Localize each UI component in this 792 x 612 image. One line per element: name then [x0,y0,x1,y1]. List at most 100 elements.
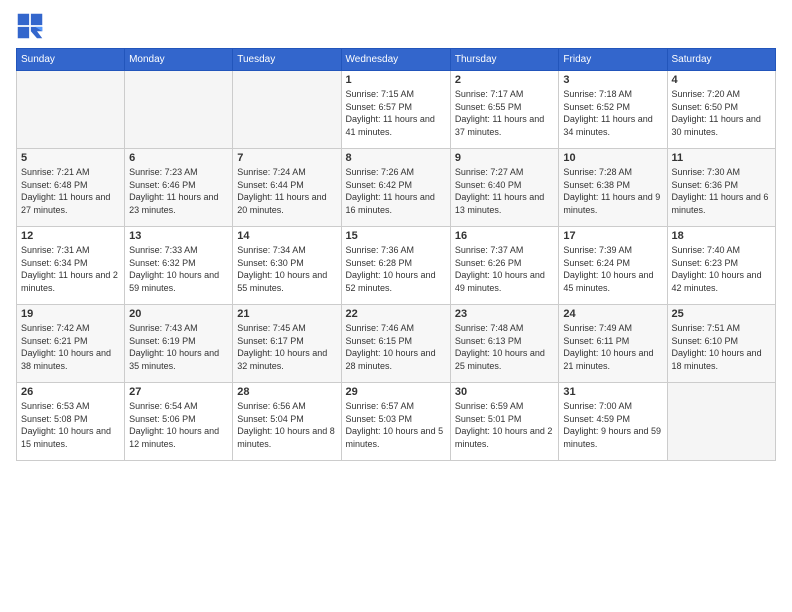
day-info: Sunrise: 7:28 AM Sunset: 6:38 PM Dayligh… [563,166,662,216]
calendar-cell: 14Sunrise: 7:34 AM Sunset: 6:30 PM Dayli… [233,227,341,305]
day-info: Sunrise: 7:42 AM Sunset: 6:21 PM Dayligh… [21,322,120,372]
day-number: 11 [672,152,771,164]
calendar-week-4: 19 Sunrise: 7:42 AM Sunset: 6:21 PM Dayli… [17,305,776,383]
calendar-cell: 18Sunrise: 7:40 AM Sunset: 6:23 PM Dayli… [667,227,775,305]
day-info: Sunrise: 7:24 AM Sunset: 6:44 PM Dayligh… [237,166,336,216]
day-info: Sunrise: 7:15 AM Sunset: 6:57 PM Dayligh… [346,88,446,138]
logo [16,12,48,40]
day-info: Sunrise: 7:36 AM Sunset: 6:28 PM Dayligh… [346,244,446,294]
day-header-sunday: Sunday [17,49,125,71]
day-number: 26 [21,386,120,398]
calendar-cell: 31 Sunrise: 7:00 AM Sunset: 4:59 PM Dayli… [559,383,667,461]
calendar-cell: 1 Sunrise: 7:15 AM Sunset: 6:57 PM Daylig… [341,71,450,149]
calendar-week-3: 12 Sunrise: 7:31 AM Sunset: 6:34 PM Dayli… [17,227,776,305]
day-number: 20 [129,308,228,320]
day-header-friday: Friday [559,49,667,71]
calendar-cell [233,71,341,149]
day-number: 21 [237,308,336,320]
calendar-cell: 9 Sunrise: 7:27 AM Sunset: 6:40 PM Daylig… [450,149,559,227]
calendar-cell: 21 Sunrise: 7:45 AM Sunset: 6:17 PM Dayli… [233,305,341,383]
day-number: 30 [455,386,555,398]
day-number: 8 [346,152,446,164]
calendar: SundayMondayTuesdayWednesdayThursdayFrid… [16,48,776,461]
day-info: Sunrise: 7:27 AM Sunset: 6:40 PM Dayligh… [455,166,555,216]
day-info: Sunrise: 7:17 AM Sunset: 6:55 PM Dayligh… [455,88,555,138]
day-number: 28 [237,386,336,398]
calendar-cell: 7Sunrise: 7:24 AM Sunset: 6:44 PM Daylig… [233,149,341,227]
day-header-tuesday: Tuesday [233,49,341,71]
calendar-cell: 11 Sunrise: 7:30 AM Sunset: 6:36 PM Dayli… [667,149,775,227]
day-info: Sunrise: 7:23 AM Sunset: 6:46 PM Dayligh… [129,166,228,216]
calendar-cell: 27 Sunrise: 6:54 AM Sunset: 5:06 PM Dayli… [125,383,233,461]
calendar-cell: 20 Sunrise: 7:43 AM Sunset: 6:19 PM Dayli… [125,305,233,383]
day-info: Sunrise: 6:56 AM Sunset: 5:04 PM Dayligh… [237,400,336,450]
calendar-cell [125,71,233,149]
day-info: Sunrise: 7:30 AM Sunset: 6:36 PM Dayligh… [672,166,771,216]
day-info: Sunrise: 7:00 AM Sunset: 4:59 PM Dayligh… [563,400,662,450]
day-number: 15 [346,230,446,242]
day-info: Sunrise: 7:51 AM Sunset: 6:10 PM Dayligh… [672,322,771,372]
calendar-cell: 29 Sunrise: 6:57 AM Sunset: 5:03 PM Dayli… [341,383,450,461]
calendar-cell: 12 Sunrise: 7:31 AM Sunset: 6:34 PM Dayli… [17,227,125,305]
day-info: Sunrise: 7:43 AM Sunset: 6:19 PM Dayligh… [129,322,228,372]
day-info: Sunrise: 7:48 AM Sunset: 6:13 PM Dayligh… [455,322,555,372]
calendar-cell: 8 Sunrise: 7:26 AM Sunset: 6:42 PM Daylig… [341,149,450,227]
calendar-cell: 19 Sunrise: 7:42 AM Sunset: 6:21 PM Dayli… [17,305,125,383]
day-number: 22 [346,308,446,320]
day-number: 16 [455,230,555,242]
day-info: Sunrise: 7:33 AM Sunset: 6:32 PM Dayligh… [129,244,228,294]
day-number: 18 [672,230,771,242]
day-info: Sunrise: 6:57 AM Sunset: 5:03 PM Dayligh… [346,400,446,450]
day-number: 17 [563,230,662,242]
day-number: 13 [129,230,228,242]
day-info: Sunrise: 7:49 AM Sunset: 6:11 PM Dayligh… [563,322,662,372]
calendar-cell: 5 Sunrise: 7:21 AM Sunset: 6:48 PM Daylig… [17,149,125,227]
calendar-cell: 26Sunrise: 6:53 AM Sunset: 5:08 PM Dayli… [17,383,125,461]
day-header-wednesday: Wednesday [341,49,450,71]
day-number: 19 [21,308,120,320]
day-header-saturday: Saturday [667,49,775,71]
calendar-cell: 4Sunrise: 7:20 AM Sunset: 6:50 PM Daylig… [667,71,775,149]
calendar-cell: 2 Sunrise: 7:17 AM Sunset: 6:55 PM Daylig… [450,71,559,149]
day-number: 1 [346,74,446,86]
calendar-cell: 30 Sunrise: 6:59 AM Sunset: 5:01 PM Dayli… [450,383,559,461]
day-number: 3 [563,74,662,86]
day-info: Sunrise: 6:59 AM Sunset: 5:01 PM Dayligh… [455,400,555,450]
day-number: 5 [21,152,120,164]
day-number: 14 [237,230,336,242]
calendar-week-2: 5 Sunrise: 7:21 AM Sunset: 6:48 PM Daylig… [17,149,776,227]
day-number: 6 [129,152,228,164]
day-number: 23 [455,308,555,320]
day-info: Sunrise: 7:20 AM Sunset: 6:50 PM Dayligh… [672,88,771,138]
calendar-cell: 10 Sunrise: 7:28 AM Sunset: 6:38 PM Dayli… [559,149,667,227]
day-number: 2 [455,74,555,86]
day-number: 25 [672,308,771,320]
calendar-cell: 16Sunrise: 7:37 AM Sunset: 6:26 PM Dayli… [450,227,559,305]
calendar-body: 1 Sunrise: 7:15 AM Sunset: 6:57 PM Daylig… [17,71,776,461]
day-info: Sunrise: 7:45 AM Sunset: 6:17 PM Dayligh… [237,322,336,372]
calendar-cell: 25 Sunrise: 7:51 AM Sunset: 6:10 PM Dayli… [667,305,775,383]
day-number: 12 [21,230,120,242]
day-number: 31 [563,386,662,398]
calendar-header: SundayMondayTuesdayWednesdayThursdayFrid… [17,49,776,71]
calendar-cell [17,71,125,149]
day-number: 27 [129,386,228,398]
day-number: 10 [563,152,662,164]
calendar-week-1: 1 Sunrise: 7:15 AM Sunset: 6:57 PM Daylig… [17,71,776,149]
calendar-cell: 17 Sunrise: 7:39 AM Sunset: 6:24 PM Dayli… [559,227,667,305]
day-header-monday: Monday [125,49,233,71]
day-info: Sunrise: 7:21 AM Sunset: 6:48 PM Dayligh… [21,166,120,216]
day-info: Sunrise: 7:39 AM Sunset: 6:24 PM Dayligh… [563,244,662,294]
day-info: Sunrise: 7:26 AM Sunset: 6:42 PM Dayligh… [346,166,446,216]
calendar-week-5: 26Sunrise: 6:53 AM Sunset: 5:08 PM Dayli… [17,383,776,461]
day-info: Sunrise: 6:54 AM Sunset: 5:06 PM Dayligh… [129,400,228,450]
day-info: Sunrise: 7:18 AM Sunset: 6:52 PM Dayligh… [563,88,662,138]
header [16,12,776,40]
calendar-cell: 24Sunrise: 7:49 AM Sunset: 6:11 PM Dayli… [559,305,667,383]
day-number: 29 [346,386,446,398]
calendar-cell: 3 Sunrise: 7:18 AM Sunset: 6:52 PM Daylig… [559,71,667,149]
day-info: Sunrise: 7:31 AM Sunset: 6:34 PM Dayligh… [21,244,120,294]
day-number: 9 [455,152,555,164]
day-info: Sunrise: 7:46 AM Sunset: 6:15 PM Dayligh… [346,322,446,372]
calendar-cell: 6 Sunrise: 7:23 AM Sunset: 6:46 PM Daylig… [125,149,233,227]
